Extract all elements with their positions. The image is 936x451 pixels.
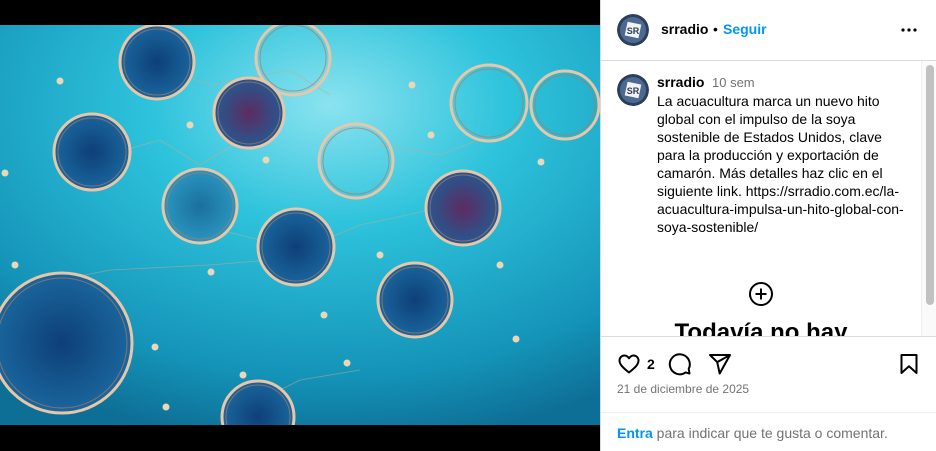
svg-text:SR: SR (627, 26, 640, 36)
share-icon[interactable] (708, 352, 732, 376)
svg-text:SR: SR (627, 86, 640, 96)
avatar[interactable]: SR (617, 74, 649, 106)
post-date[interactable]: 21 de diciembre de 2025 (617, 382, 749, 396)
empty-comments-title: Todavía no hay (674, 319, 848, 336)
login-prompt: Entra para indicar que te gusta o coment… (601, 412, 936, 451)
post-side-panel: SR srradio • Seguir SR srradio 10 sem La… (600, 0, 936, 451)
header-separator: • (713, 21, 718, 37)
comment-icon[interactable] (668, 352, 692, 376)
header-username[interactable]: srradio (661, 21, 708, 37)
post-header: SR srradio • Seguir (601, 0, 936, 61)
scrollbar-thumb[interactable] (926, 65, 934, 305)
heart-icon[interactable] (617, 352, 641, 376)
login-link[interactable]: Entra (617, 425, 653, 441)
caption-username[interactable]: srradio (657, 74, 704, 90)
scrollbar[interactable] (921, 61, 936, 336)
avatar[interactable]: SR (617, 14, 649, 46)
comments-section: SR srradio 10 sem La acuacultura marca u… (601, 61, 936, 336)
bookmark-icon[interactable] (897, 352, 921, 376)
like-count[interactable]: 2 (647, 356, 655, 372)
add-circle-icon (748, 281, 774, 307)
post-media (0, 0, 600, 451)
caption-timestamp[interactable]: 10 sem (712, 75, 755, 90)
more-options-icon[interactable] (897, 18, 921, 42)
follow-button[interactable]: Seguir (723, 21, 767, 37)
login-prompt-text: Entra para indicar que te gusta o coment… (617, 425, 888, 441)
post-image[interactable] (0, 25, 600, 425)
post-actions: 2 21 de diciembre de 2025 Entra para ind… (601, 336, 936, 451)
login-prompt-rest: para indicar que te gusta o comentar. (652, 425, 888, 441)
caption-text: La acuacultura marca un nuevo hito globa… (657, 93, 904, 235)
